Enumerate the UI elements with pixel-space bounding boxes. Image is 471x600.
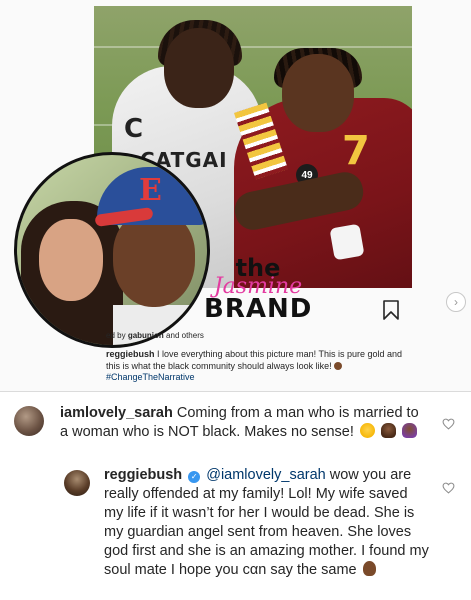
woman-face: [39, 219, 103, 301]
player-head: [164, 28, 234, 108]
chevron-right-icon[interactable]: ›: [446, 292, 466, 312]
bookmark-icon[interactable]: [382, 300, 400, 320]
liked-by-prefix: ed by: [106, 331, 126, 340]
post-card: C CATGAI 7 49 E the Jasmine BRAND › ed b…: [0, 0, 471, 392]
comment: iamlovely_sarah Coming from a man who is…: [0, 396, 471, 458]
man-face: [113, 211, 195, 307]
emoji-icon: [334, 361, 343, 370]
comment-body: iamlovely_sarah Coming from a man who is…: [60, 404, 428, 442]
player-head: [282, 54, 354, 132]
avatar[interactable]: [64, 470, 90, 496]
liked-by: ed by gabunion and others: [106, 331, 204, 340]
heart-icon[interactable]: [442, 418, 455, 430]
liked-by-suffix: and others: [166, 331, 204, 340]
caption-username[interactable]: reggiebush: [106, 349, 155, 359]
flushed-face-icon: [359, 423, 375, 438]
comment-text: wow you are really offended at my family…: [104, 467, 429, 578]
comment-mention[interactable]: @iamlovely_sarah: [206, 467, 326, 483]
jersey-number: 7: [342, 128, 370, 174]
post-caption: reggiebush I love everything about this …: [106, 349, 412, 384]
field-line: [94, 46, 412, 48]
folded-hands-icon: [362, 561, 376, 576]
caption-hashtag[interactable]: #ChangeTheNarrative: [106, 372, 195, 382]
wristband: [329, 223, 365, 261]
watermark-brand: BRAND: [204, 294, 313, 324]
comment-reply: reggiebush ✓ @iamlovely_sarah wow you ar…: [0, 460, 471, 600]
verified-badge-icon: ✓: [188, 471, 201, 483]
cap-letter: E: [139, 173, 162, 208]
couple-photo-circle: E: [14, 152, 210, 348]
woman-facepalming-icon: [380, 423, 396, 438]
comment-username[interactable]: iamlovely_sarah: [60, 405, 173, 421]
avatar[interactable]: [14, 406, 44, 436]
woman-tipping-hand-icon: [401, 423, 417, 438]
watermark-logo: the Jasmine BRAND: [204, 256, 312, 322]
heart-icon[interactable]: [442, 482, 455, 494]
comment-body: reggiebush ✓ @iamlovely_sarah wow you ar…: [104, 466, 430, 580]
comment-username[interactable]: reggiebush: [104, 467, 182, 483]
liked-by-user[interactable]: gabunion: [128, 331, 164, 340]
jersey-letter: C: [124, 114, 144, 144]
shirt: [113, 305, 207, 345]
